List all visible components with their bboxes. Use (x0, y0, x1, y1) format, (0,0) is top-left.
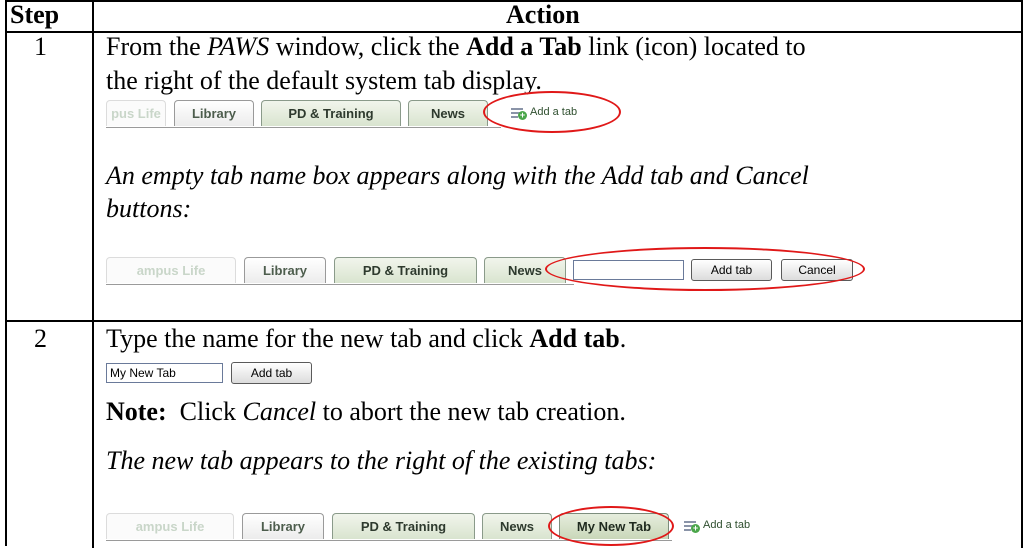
step-1-instruction-line2: the right of the default system tab disp… (106, 66, 542, 95)
tab-library[interactable]: Library (174, 100, 254, 126)
add-tab-button[interactable]: Add tab (231, 362, 312, 384)
tab-baseline (106, 127, 501, 128)
step-number: 2 (34, 324, 47, 353)
tab-pd-training[interactable]: PD & Training (332, 513, 475, 539)
add-tab-icon: + (684, 520, 700, 533)
header-step: Step (10, 0, 60, 29)
note: Note: Click Cancel to abort the new tab … (106, 397, 626, 426)
add-tab-button[interactable]: Add tab (691, 259, 772, 281)
tab-name-input[interactable]: My New Tab (106, 363, 223, 383)
tab-name-input[interactable] (573, 260, 684, 280)
tab-news[interactable]: News (408, 100, 488, 126)
add-a-tab-label: Add a tab (703, 519, 751, 531)
add-a-tab-link[interactable]: + Add a tab (684, 519, 751, 533)
step-2-instruction: Type the name for the new tab and click … (106, 324, 627, 353)
row-divider (5, 320, 1023, 322)
tab-baseline (106, 540, 672, 541)
tab-strip-before: pus Life Library PD & Training News + Ad… (106, 100, 626, 128)
tab-baseline (106, 284, 574, 285)
tab-library[interactable]: Library (244, 257, 326, 283)
tab-campus-life[interactable]: pus Life (106, 100, 166, 126)
tab-news[interactable]: News (484, 257, 566, 283)
tab-campus-life[interactable]: ampus Life (106, 513, 234, 539)
add-tab-icon: + (511, 107, 527, 120)
step-1-result-line2: buttons: (106, 194, 192, 223)
header-action: Action (506, 0, 580, 29)
tab-library[interactable]: Library (242, 513, 324, 539)
tab-campus-life[interactable]: ampus Life (106, 257, 236, 283)
tab-pd-training[interactable]: PD & Training (334, 257, 477, 283)
tab-strip-after: ampus Life Library PD & Training News My… (106, 513, 806, 541)
table-right-border (1021, 2, 1023, 548)
add-a-tab-label: Add a tab (530, 106, 578, 118)
cancel-button[interactable]: Cancel (781, 259, 853, 281)
step-number: 1 (34, 32, 47, 61)
column-divider (92, 2, 94, 548)
add-a-tab-link[interactable]: + Add a tab (511, 106, 578, 120)
tab-news[interactable]: News (482, 513, 552, 539)
tab-my-new-tab[interactable]: My New Tab (559, 513, 669, 539)
step-2-result: The new tab appears to the right of the … (106, 446, 657, 475)
step-1-result-line1: An empty tab name box appears along with… (106, 161, 809, 190)
step-1-instruction-line1: From the PAWS window, click the Add a Ta… (106, 32, 806, 61)
tab-pd-training[interactable]: PD & Training (261, 100, 401, 126)
